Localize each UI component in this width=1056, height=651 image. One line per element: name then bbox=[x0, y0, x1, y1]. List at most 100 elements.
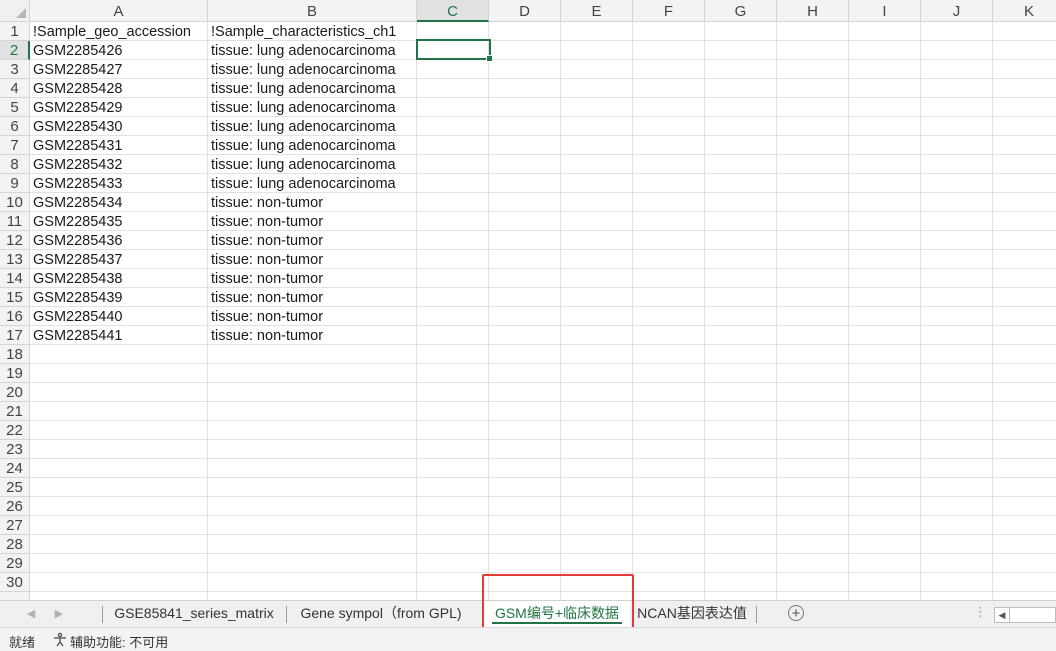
row-header[interactable]: 1 bbox=[0, 22, 30, 41]
row-header[interactable]: 29 bbox=[0, 554, 30, 573]
column-header-c[interactable]: C bbox=[417, 0, 489, 22]
row-header[interactable]: 24 bbox=[0, 459, 30, 478]
cell-b4[interactable]: tissue: lung adenocarcinoma bbox=[208, 79, 396, 98]
cell-a8[interactable]: GSM2285432 bbox=[30, 155, 122, 174]
cell-a13[interactable]: GSM2285437 bbox=[30, 250, 122, 269]
cell-b7[interactable]: tissue: lung adenocarcinoma bbox=[208, 136, 396, 155]
select-all-corner[interactable] bbox=[0, 0, 30, 22]
row-header[interactable]: 28 bbox=[0, 535, 30, 554]
row-header[interactable]: 22 bbox=[0, 421, 30, 440]
row-header[interactable]: 2 bbox=[0, 41, 30, 60]
cell-b8[interactable]: tissue: lung adenocarcinoma bbox=[208, 155, 396, 174]
cell-b2[interactable]: tissue: lung adenocarcinoma bbox=[208, 41, 396, 60]
row-header[interactable]: 20 bbox=[0, 383, 30, 402]
row-header[interactable]: 21 bbox=[0, 402, 30, 421]
grid-hline bbox=[30, 211, 1056, 212]
row-header[interactable]: 3 bbox=[0, 60, 30, 79]
row-header[interactable]: 8 bbox=[0, 155, 30, 174]
cell-a2[interactable]: GSM2285426 bbox=[30, 41, 122, 60]
column-header-b[interactable]: B bbox=[208, 0, 417, 22]
row-header[interactable]: 16 bbox=[0, 307, 30, 326]
cell-b15[interactable]: tissue: non-tumor bbox=[208, 288, 323, 307]
cell-b1[interactable]: !Sample_characteristics_ch1 bbox=[208, 22, 396, 41]
cell-a9[interactable]: GSM2285433 bbox=[30, 174, 122, 193]
cell-a16[interactable]: GSM2285440 bbox=[30, 307, 122, 326]
row-header[interactable]: 9 bbox=[0, 174, 30, 193]
active-cell-selection[interactable] bbox=[416, 39, 493, 62]
column-header-f[interactable]: F bbox=[633, 0, 705, 22]
grid-vline bbox=[560, 22, 561, 600]
cell-b14[interactable]: tissue: non-tumor bbox=[208, 269, 323, 288]
more-dots-icon[interactable]: ⋮ bbox=[974, 604, 987, 620]
tab-gsm-clinical-data[interactable]: GSM编号+临床数据 bbox=[484, 601, 630, 627]
tab-ncan-expression[interactable]: NCAN基因表达值 bbox=[632, 601, 752, 627]
tab-gse85841-series-matrix[interactable]: GSE85841_series_matrix bbox=[104, 601, 284, 627]
row-header[interactable]: 25 bbox=[0, 478, 30, 497]
column-header-a[interactable]: A bbox=[30, 0, 208, 22]
cell-a1[interactable]: !Sample_geo_accession bbox=[30, 22, 191, 41]
chevron-left-icon[interactable]: ◀ bbox=[24, 605, 38, 623]
grid-hline bbox=[30, 116, 1056, 117]
row-header[interactable]: 7 bbox=[0, 136, 30, 155]
grid-hline bbox=[30, 268, 1056, 269]
row-header[interactable]: 14 bbox=[0, 269, 30, 288]
cell-a11[interactable]: GSM2285435 bbox=[30, 212, 122, 231]
cell-b6[interactable]: tissue: lung adenocarcinoma bbox=[208, 117, 396, 136]
row-header[interactable]: 18 bbox=[0, 345, 30, 364]
column-header-e[interactable]: E bbox=[561, 0, 633, 22]
column-header-k[interactable]: K bbox=[993, 0, 1056, 22]
scroll-left-icon[interactable]: ◀ bbox=[995, 608, 1010, 622]
grid-vline bbox=[992, 22, 993, 600]
cell-b9[interactable]: tissue: lung adenocarcinoma bbox=[208, 174, 396, 193]
row-header[interactable]: 5 bbox=[0, 98, 30, 117]
row-header[interactable]: 19 bbox=[0, 364, 30, 383]
status-accessibility[interactable]: 辅助功能: 不可用 bbox=[70, 632, 168, 651]
cell-a14[interactable]: GSM2285438 bbox=[30, 269, 122, 288]
grid-hline bbox=[30, 401, 1056, 402]
row-header[interactable]: 10 bbox=[0, 193, 30, 212]
cell-a17[interactable]: GSM2285441 bbox=[30, 326, 122, 345]
grid-hline bbox=[30, 192, 1056, 193]
row-header[interactable]: 26 bbox=[0, 497, 30, 516]
cell-a6[interactable]: GSM2285430 bbox=[30, 117, 122, 136]
row-header[interactable]: 15 bbox=[0, 288, 30, 307]
cell-b3[interactable]: tissue: lung adenocarcinoma bbox=[208, 60, 396, 79]
cell-a4[interactable]: GSM2285428 bbox=[30, 79, 122, 98]
cell-a10[interactable]: GSM2285434 bbox=[30, 193, 122, 212]
row-header[interactable]: 11 bbox=[0, 212, 30, 231]
cell-b11[interactable]: tissue: non-tumor bbox=[208, 212, 323, 231]
chevron-right-icon[interactable]: ▶ bbox=[52, 605, 66, 623]
spreadsheet-grid[interactable]: ABCDEFGHIJK 1 2 3 4 5 6 7 8 9 10 11 12 13 14 15 16 17 18 1… bbox=[0, 0, 1056, 600]
cell-b10[interactable]: tissue: non-tumor bbox=[208, 193, 323, 212]
column-header-g[interactable]: G bbox=[705, 0, 777, 22]
accessibility-icon[interactable] bbox=[52, 632, 68, 647]
row-header[interactable]: 4 bbox=[0, 79, 30, 98]
row-header[interactable]: 6 bbox=[0, 117, 30, 136]
cell-a12[interactable]: GSM2285436 bbox=[30, 231, 122, 250]
cell-a3[interactable]: GSM2285427 bbox=[30, 60, 122, 79]
tab-gene-sympol[interactable]: Gene sympol（from GPL) bbox=[288, 601, 474, 627]
cell-b5[interactable]: tissue: lung adenocarcinoma bbox=[208, 98, 396, 117]
grid-hline bbox=[30, 325, 1056, 326]
row-header[interactable]: 30 bbox=[0, 573, 30, 592]
cell-b17[interactable]: tissue: non-tumor bbox=[208, 326, 323, 345]
column-header-d[interactable]: D bbox=[489, 0, 561, 22]
row-header[interactable]: 12 bbox=[0, 231, 30, 250]
column-header-j[interactable]: J bbox=[921, 0, 993, 22]
row-header[interactable]: 13 bbox=[0, 250, 30, 269]
grid-hline bbox=[30, 439, 1056, 440]
cell-a5[interactable]: GSM2285429 bbox=[30, 98, 122, 117]
horizontal-scrollbar[interactable]: ◀ bbox=[994, 607, 1056, 623]
row-header[interactable]: 23 bbox=[0, 440, 30, 459]
column-header-i[interactable]: I bbox=[849, 0, 921, 22]
cell-b12[interactable]: tissue: non-tumor bbox=[208, 231, 323, 250]
tab-separator bbox=[756, 606, 757, 623]
cell-a7[interactable]: GSM2285431 bbox=[30, 136, 122, 155]
row-header[interactable]: 27 bbox=[0, 516, 30, 535]
cell-b13[interactable]: tissue: non-tumor bbox=[208, 250, 323, 269]
column-header-h[interactable]: H bbox=[777, 0, 849, 22]
cell-b16[interactable]: tissue: non-tumor bbox=[208, 307, 323, 326]
plus-circle-icon[interactable]: + bbox=[788, 605, 804, 621]
cell-a15[interactable]: GSM2285439 bbox=[30, 288, 122, 307]
row-header[interactable]: 17 bbox=[0, 326, 30, 345]
